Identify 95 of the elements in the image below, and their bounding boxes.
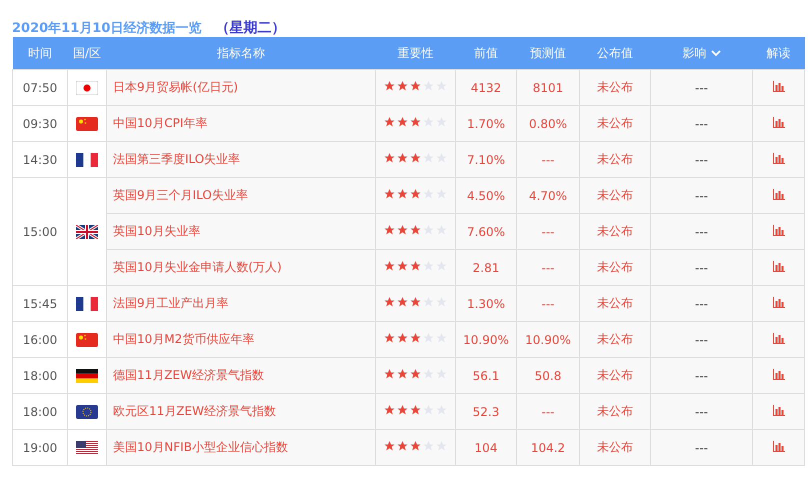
time-cell: 19:00 [12,430,68,466]
bar-chart-icon[interactable] [772,296,784,308]
impact-value: --- [650,142,752,178]
previous-value: 56.1 [456,358,516,394]
indicator-link[interactable]: 欧元区11月ZEW经济景气指数 [106,394,376,430]
previous-value: 4132 [456,70,516,106]
column-header[interactable]: 影响 [650,37,752,70]
forecast-value: 104.2 [516,430,580,466]
previous-value: 2.81 [456,250,516,286]
page-title: 2020年11月10日经济数据一览 [12,20,202,36]
impact-value: --- [650,214,752,250]
flag-icon [76,332,98,347]
indicator-link[interactable]: 英国9月三个月ILO失业率 [106,178,376,214]
indicator-link[interactable]: 英国10月失业率 [106,214,376,250]
impact-value: --- [650,178,752,214]
bar-chart-icon[interactable] [772,224,784,236]
indicator-link[interactable]: 英国10月失业金申请人数(万人) [106,250,376,286]
previous-value: 1.70% [456,106,516,142]
flag-icon [76,224,98,239]
column-header: 解读 [752,37,804,70]
forecast-value: --- [516,286,580,322]
impact-value: --- [650,106,752,142]
bar-chart-icon[interactable] [772,332,784,344]
impact-value: --- [650,70,752,106]
previous-value: 1.30% [456,286,516,322]
actual-value: 未公布 [580,322,650,358]
time-cell: 18:00 [12,394,68,430]
indicator-link[interactable]: 法国第三季度ILO失业率 [106,142,376,178]
time-cell: 15:00 [12,178,68,286]
forecast-value: 8101 [516,70,580,106]
column-header: 国/区 [68,37,106,70]
forecast-value: --- [516,142,580,178]
forecast-value: --- [516,214,580,250]
actual-value: 未公布 [580,358,650,394]
flag-icon [76,296,98,311]
indicator-link[interactable]: 中国10月CPI年率 [106,106,376,142]
bar-chart-icon[interactable] [772,188,784,200]
bar-chart-icon[interactable] [772,152,784,164]
indicator-link[interactable]: 美国10月NFIB小型企业信心指数 [106,430,376,466]
bar-chart-icon[interactable] [772,368,784,380]
time-cell: 07:50 [12,70,68,106]
previous-value: 7.60% [456,214,516,250]
time-cell: 14:30 [12,142,68,178]
flag-icon [76,368,98,383]
forecast-value: 4.70% [516,178,580,214]
column-header: 重要性 [376,37,456,70]
indicator-link[interactable]: 德国11月ZEW经济景气指数 [106,358,376,394]
time-cell: 16:00 [12,322,68,358]
forecast-value: 0.80% [516,106,580,142]
indicator-link[interactable]: 法国9月工业产出月率 [106,286,376,322]
bar-chart-icon[interactable] [772,404,784,416]
column-header: 时间 [12,37,68,70]
actual-value: 未公布 [580,142,650,178]
actual-value: 未公布 [580,394,650,430]
forecast-value: --- [516,250,580,286]
bar-chart-icon[interactable] [772,440,784,452]
impact-value: --- [650,286,752,322]
time-cell: 15:45 [12,286,68,322]
actual-value: 未公布 [580,178,650,214]
bar-chart-icon[interactable] [772,260,784,272]
column-header: 指标名称 [106,37,376,70]
flag-icon [76,116,98,131]
actual-value: 未公布 [580,214,650,250]
forecast-value: 10.90% [516,322,580,358]
indicator-link[interactable]: 中国10月M2货币供应年率 [106,322,376,358]
column-header: 公布值 [580,37,650,70]
impact-value: --- [650,430,752,466]
weekday-label: （星期二） [215,18,286,36]
impact-value: --- [650,250,752,286]
bar-chart-icon[interactable] [772,80,784,92]
impact-value: --- [650,322,752,358]
forecast-value: 50.8 [516,358,580,394]
flag-icon [76,80,98,95]
forecast-value: --- [516,394,580,430]
actual-value: 未公布 [580,106,650,142]
bar-chart-icon[interactable] [772,116,784,128]
impact-value: --- [650,358,752,394]
flag-icon [76,152,98,167]
actual-value: 未公布 [580,250,650,286]
previous-value: 4.50% [456,178,516,214]
actual-value: 未公布 [580,430,650,466]
indicator-link[interactable]: 日本9月贸易帐(亿日元) [106,70,376,106]
actual-value: 未公布 [580,70,650,106]
time-cell: 09:30 [12,106,68,142]
previous-value: 104 [456,430,516,466]
previous-value: 52.3 [456,394,516,430]
column-header: 前值 [456,37,516,70]
flag-icon [76,440,98,455]
column-header: 预测值 [516,37,580,70]
actual-value: 未公布 [580,286,650,322]
flag-icon [76,404,98,419]
impact-value: --- [650,394,752,430]
previous-value: 10.90% [456,322,516,358]
time-cell: 18:00 [12,358,68,394]
previous-value: 7.10% [456,142,516,178]
